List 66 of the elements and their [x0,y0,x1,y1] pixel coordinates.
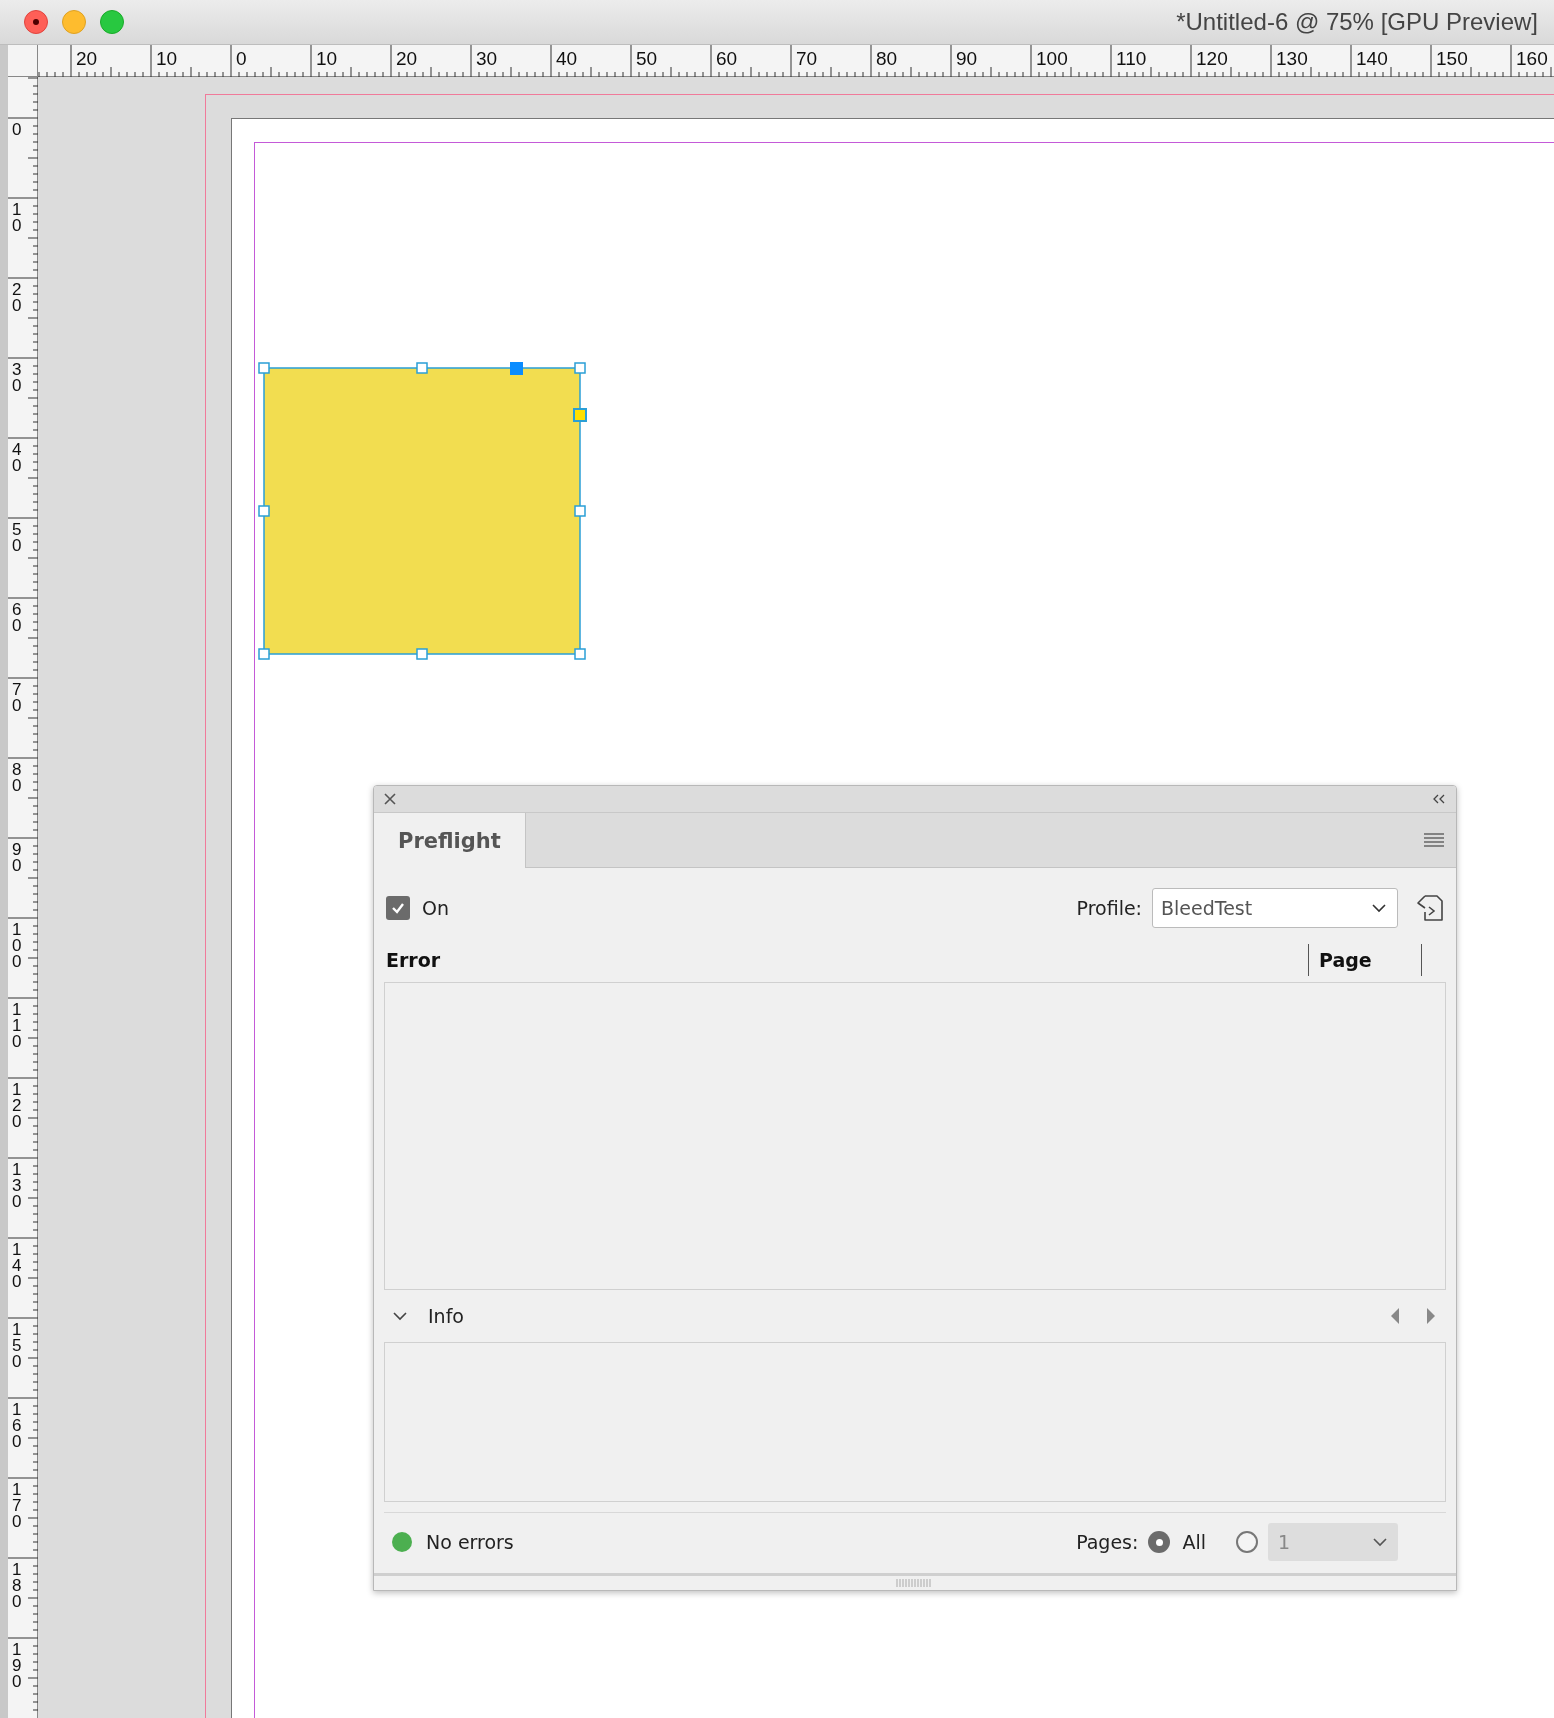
ruler-label: 120 [1196,49,1228,68]
ruler-label: 160 [12,1402,23,1451]
checkbox-icon[interactable] [386,896,410,920]
ruler-label: 30 [476,49,498,68]
ruler-label: 190 [12,1642,23,1691]
ruler-label: 130 [12,1162,23,1211]
ruler-label: 140 [1356,49,1388,68]
ruler-label: 20 [76,49,98,68]
chevron-icon [1371,903,1387,913]
ruler-label: 100 [12,922,23,971]
close-icon[interactable] [384,793,396,805]
column-header[interactable]: Error [386,949,1308,971]
ruler-label: 10 [156,49,178,68]
ruler-label: 50 [636,49,658,68]
window-title: *Untitled-6 @ 75% [GPU Preview] [1176,8,1538,36]
radio-icon[interactable] [1148,1531,1171,1553]
chevron-icon [1372,1537,1388,1547]
ruler-label: 110 [1116,49,1147,68]
status-text: No errors [426,1531,514,1553]
ruler-label: 10 [316,49,338,68]
ruler-label: 150 [12,1322,23,1371]
pages-label: Pages: [1076,1531,1139,1553]
info-toggle[interactable]: Info [392,1305,464,1327]
ruler-label: 0 [236,49,247,68]
ruler-label: 90 [956,49,978,68]
ruler-label: 160 [1516,49,1548,68]
minimize-icon[interactable] [62,10,86,34]
collapse-icon[interactable] [1432,794,1446,804]
ruler-label: 40 [556,49,578,68]
maximize-icon[interactable] [100,10,124,34]
ruler-label: 140 [12,1242,23,1291]
ruler-label: 130 [1276,49,1308,68]
ruler-label: 90 [12,842,23,875]
ruler-label: 170 [12,1482,23,1531]
ruler-label: 80 [12,762,23,795]
ruler-label: 120 [12,1082,23,1131]
ruler-label: 20 [12,282,23,315]
ruler-label: 100 [1036,49,1068,68]
column-header[interactable]: Page [1309,949,1421,971]
close-icon[interactable] [24,10,48,34]
chevron-icon[interactable] [392,1311,408,1321]
ruler-label: 180 [12,1562,23,1611]
ruler-label: 60 [12,602,23,635]
previous-icon[interactable] [1390,1308,1400,1324]
next-icon[interactable] [1426,1308,1436,1324]
ruler-origin-icon[interactable] [8,45,38,77]
ruler-label: 0 [12,122,23,139]
ruler-label: 150 [1436,49,1468,68]
ruler-label: 70 [796,49,818,68]
ruler-label: 20 [396,49,418,68]
profile-dropdown[interactable]: BleedTest [1152,888,1398,928]
on-checkbox[interactable]: On [386,896,449,920]
ruler-label: 80 [876,49,898,68]
panel-tab[interactable]: Preflight [374,813,526,868]
ruler-label: 60 [716,49,738,68]
ruler-label: 50 [12,522,23,555]
profile-label: Profile: [1076,897,1142,919]
all-radio[interactable]: All [1148,1531,1206,1553]
ruler-label: 40 [12,442,23,475]
ruler-label: 70 [12,682,23,715]
ruler-label: 10 [12,202,23,235]
ruler-label: 110 [12,1002,23,1051]
radio-icon[interactable] [1236,1531,1258,1553]
menu-icon[interactable] [1424,833,1444,847]
ruler-label: 30 [12,362,23,395]
document-icon[interactable] [1416,894,1444,922]
